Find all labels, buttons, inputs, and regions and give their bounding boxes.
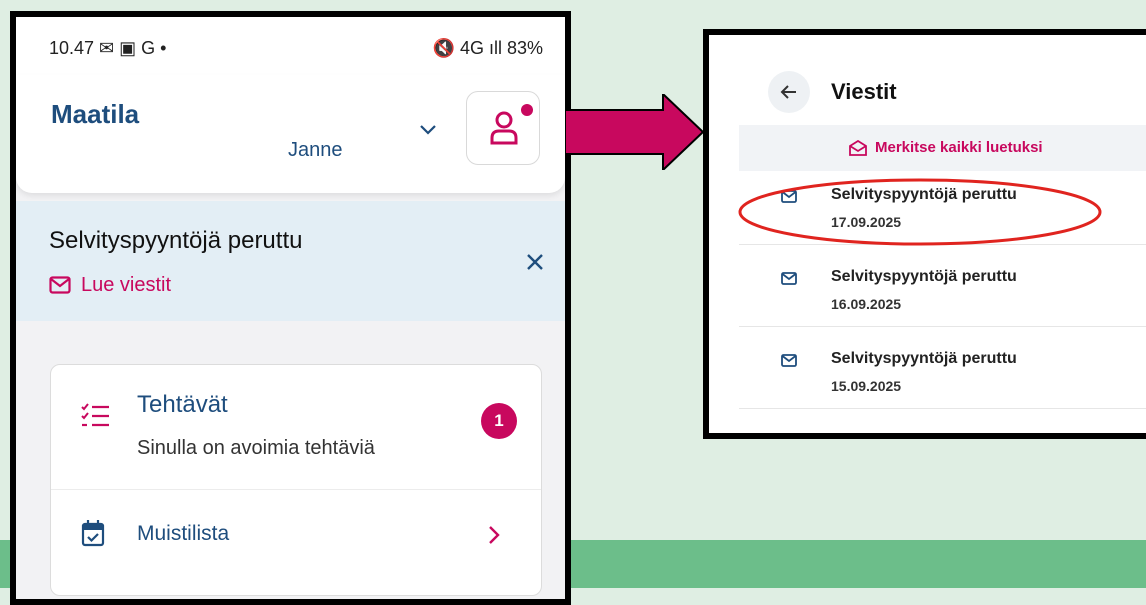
mark-all-read-label: Merkitse kaikki luetuksi xyxy=(875,139,1043,156)
memo-row[interactable]: Muistilista xyxy=(51,489,541,579)
message-date: 15.09.2025 xyxy=(831,378,902,394)
profile-button[interactable] xyxy=(466,91,540,165)
mail-icon xyxy=(781,354,797,367)
status-indicators: 🔇 4G ıll 83% xyxy=(432,38,543,58)
farm-name: Maatila xyxy=(51,99,140,129)
message-date: 16.09.2025 xyxy=(831,296,902,312)
messages-title: Viestit xyxy=(831,79,897,104)
mark-all-read-button[interactable]: Merkitse kaikki luetuksi xyxy=(849,139,1043,156)
notification-dot xyxy=(521,104,533,116)
mail-icon xyxy=(781,272,797,285)
notice-banner: Selvityspyyntöjä peruttu Lue viestit xyxy=(16,201,565,321)
transition-arrow xyxy=(565,94,705,170)
read-messages-link[interactable]: Lue viestit xyxy=(49,273,171,297)
message-title: Selvityspyyntöjä peruttu xyxy=(831,268,1017,285)
back-button[interactable] xyxy=(768,71,810,113)
notice-title: Selvityspyyntöjä peruttu xyxy=(49,227,303,254)
message-title: Selvityspyyntöjä peruttu xyxy=(831,350,1017,367)
back-arrow-icon xyxy=(780,85,796,99)
tasks-card: Tehtävät Sinulla on avoimia tehtäviä 1 M… xyxy=(50,364,542,596)
mail-open-icon xyxy=(849,139,867,156)
messages-screen: Viestit Merkitse kaikki luetuksi Selvity… xyxy=(703,29,1146,439)
status-time: 10.47 ✉ ▣ G • xyxy=(49,38,167,58)
profile-icon xyxy=(490,111,518,145)
chevron-right-icon xyxy=(489,526,500,544)
mail-icon xyxy=(49,276,71,294)
tasks-title: Tehtävät xyxy=(137,391,228,418)
app-header: Maatila Janne xyxy=(16,75,565,193)
tasks-row[interactable]: Tehtävät Sinulla on avoimia tehtäviä 1 xyxy=(51,365,541,490)
highlight-ellipse xyxy=(738,178,1102,246)
checklist-icon xyxy=(81,403,109,427)
user-name: Janne xyxy=(288,139,343,161)
status-bar: 10.47 ✉ ▣ G • 🔇 4G ıll 83% xyxy=(16,17,565,77)
calendar-check-icon xyxy=(81,520,105,547)
message-item[interactable]: Selvityspyyntöjä peruttu 15.09.2025 xyxy=(739,336,1146,409)
chevron-down-icon[interactable] xyxy=(418,119,438,139)
tasks-subtitle: Sinulla on avoimia tehtäviä xyxy=(137,437,375,459)
phone-screen: 10.47 ✉ ▣ G • 🔇 4G ıll 83% Maatila Janne… xyxy=(10,11,571,605)
tasks-count-badge: 1 xyxy=(481,403,517,439)
memo-label: Muistilista xyxy=(137,522,230,545)
read-messages-label: Lue viestit xyxy=(81,273,172,296)
mark-all-read-bar[interactable]: Merkitse kaikki luetuksi xyxy=(739,125,1146,171)
message-item[interactable]: Selvityspyyntöjä peruttu 16.09.2025 xyxy=(739,254,1146,327)
close-icon[interactable] xyxy=(526,253,544,271)
